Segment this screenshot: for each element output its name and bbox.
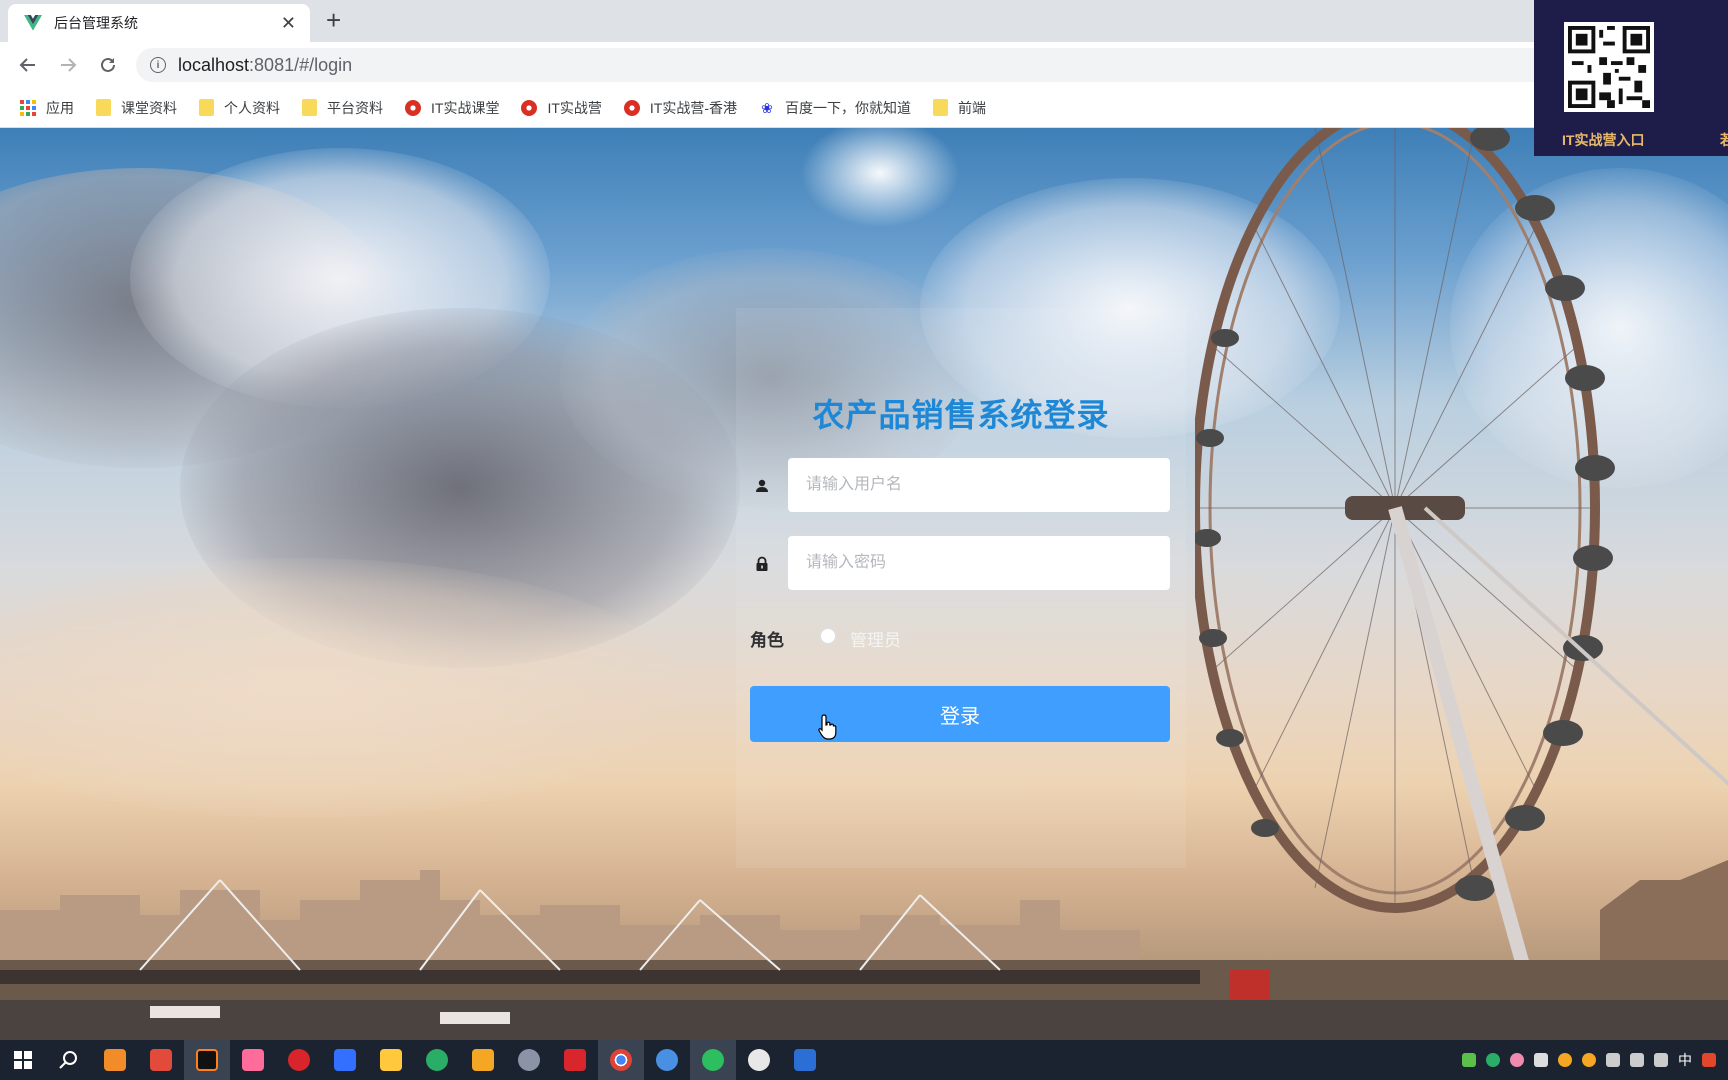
- baidu-icon: ❀: [761, 99, 773, 116]
- taskbar-app-intellij-icon[interactable]: [184, 1040, 230, 1080]
- chrome-icon: [405, 99, 421, 116]
- bookmarks-bar: 应用 课堂资料 个人资料 平台资料 IT实战课堂 IT实战营 IT实战营-香港 …: [0, 88, 1728, 128]
- taskbar-app-settings-icon[interactable]: [506, 1040, 552, 1080]
- wechat-tray-icon[interactable]: [1486, 1053, 1500, 1067]
- bookmark-link[interactable]: ❀ 百度一下，你就知道: [759, 98, 911, 118]
- windows-start-icon[interactable]: [0, 1040, 46, 1080]
- chrome-icon: [623, 99, 640, 116]
- bookmark-label: IT实战营-香港: [649, 99, 738, 116]
- role-label: 角色: [750, 631, 784, 650]
- bookmark-link[interactable]: IT实战营: [521, 98, 602, 118]
- taskbar-app-notes-icon[interactable]: [230, 1040, 276, 1080]
- site-info-icon[interactable]: i: [150, 57, 166, 73]
- browser-toolbar: i localhost:8081/#/login: [0, 42, 1728, 88]
- url-host: localhost: [178, 54, 250, 75]
- qq-icon[interactable]: [1558, 1053, 1572, 1067]
- taskbar-app-git-icon[interactable]: [138, 1040, 184, 1080]
- taskbar-app-network-icon[interactable]: [782, 1040, 828, 1080]
- bookmark-label: 百度一下，你就知道: [785, 99, 912, 116]
- battery-icon[interactable]: [1462, 1053, 1476, 1067]
- new-tab-button[interactable]: +: [326, 6, 341, 34]
- url-text: localhost:8081/#/login: [178, 55, 352, 76]
- url-path: :8081/#/login: [249, 54, 353, 75]
- tab-close-icon[interactable]: ✕: [281, 13, 296, 34]
- ime-indicator[interactable]: 中: [1678, 1050, 1692, 1070]
- bookmark-label: 应用: [46, 99, 74, 116]
- folder-icon: [933, 99, 949, 116]
- bookmark-apps[interactable]: 应用: [20, 98, 74, 118]
- bookmark-folder[interactable]: 课堂资料: [96, 98, 177, 118]
- taskbar-app-tool-icon[interactable]: [644, 1040, 690, 1080]
- taskbar-app-wechat-icon[interactable]: [414, 1040, 460, 1080]
- taskbar-app-sublime-icon[interactable]: [92, 1040, 138, 1080]
- back-icon[interactable]: [14, 51, 42, 79]
- qr-code-icon: [1568, 26, 1650, 108]
- bookmark-label: IT实战营: [547, 99, 602, 116]
- sogou-ime-icon[interactable]: [1702, 1053, 1716, 1067]
- bookmark-label: 课堂资料: [121, 99, 177, 116]
- address-bar[interactable]: i localhost:8081/#/login: [136, 48, 1616, 82]
- folder-icon: [302, 99, 317, 116]
- tab-active[interactable]: 后台管理系统 ✕: [8, 4, 310, 42]
- chrome-icon: [521, 99, 538, 116]
- lock-icon: [756, 556, 768, 571]
- username-input[interactable]: [788, 458, 1170, 512]
- taskbar-app-wps-icon[interactable]: [552, 1040, 598, 1080]
- taskbar-app-sublime2-icon[interactable]: [460, 1040, 506, 1080]
- bookmark-link[interactable]: IT实战营-香港: [623, 98, 738, 118]
- qr-code[interactable]: [1564, 22, 1654, 112]
- qr-code-panel: IT实战营入口 若: [1534, 0, 1728, 156]
- taskbar-app-explorer-icon[interactable]: [368, 1040, 414, 1080]
- folder-icon: [199, 99, 214, 116]
- network-icon[interactable]: [1630, 1053, 1644, 1067]
- qr-caption: IT实战营入口: [1562, 132, 1645, 148]
- login-title: 农产品销售系统登录: [812, 397, 1110, 433]
- folder-icon: [96, 99, 111, 116]
- windows-taskbar: 中: [0, 1040, 1728, 1080]
- bookmark-link[interactable]: IT实战课堂: [405, 98, 499, 118]
- taskbar-app-chrome-icon[interactable]: [598, 1040, 644, 1080]
- microphone-icon[interactable]: [1534, 1053, 1548, 1067]
- qr-caption-partial: 若: [1720, 132, 1728, 148]
- tab-strip: 后台管理系统 ✕ +: [0, 0, 1728, 42]
- bookmark-label: 前端: [958, 99, 987, 116]
- forward-icon[interactable]: [54, 51, 82, 79]
- reload-icon[interactable]: [94, 51, 122, 79]
- user-icon: [756, 479, 768, 492]
- bookmark-label: IT实战课堂: [431, 99, 500, 116]
- bookmark-label: 平台资料: [327, 99, 383, 116]
- taskbar-app-chat-icon[interactable]: [736, 1040, 782, 1080]
- role-option-label[interactable]: 管理员: [850, 626, 901, 651]
- tray-app-icon[interactable]: [1510, 1053, 1524, 1067]
- password-input[interactable]: [788, 536, 1170, 590]
- hand-cursor-icon: [818, 714, 837, 740]
- taskbar-app-evernote-icon[interactable]: [690, 1040, 736, 1080]
- apps-icon: [20, 99, 36, 116]
- display-icon[interactable]: [1606, 1053, 1620, 1067]
- taskbar-app-netease-icon[interactable]: [276, 1040, 322, 1080]
- login-button[interactable]: 登录: [750, 686, 1170, 742]
- volume-muted-icon[interactable]: [1654, 1053, 1668, 1067]
- login-form: 农产品销售系统登录 角色 管理员 登录: [736, 308, 1186, 868]
- qq-icon[interactable]: [1582, 1053, 1596, 1067]
- bookmark-label: 个人资料: [224, 99, 280, 116]
- search-icon[interactable]: [46, 1040, 92, 1080]
- role-radio-admin[interactable]: [820, 628, 836, 644]
- tab-title: 后台管理系统: [54, 15, 138, 31]
- bookmark-folder[interactable]: 平台资料: [302, 98, 383, 118]
- cloud: [800, 128, 960, 228]
- taskbar-app-feishu-icon[interactable]: [322, 1040, 368, 1080]
- vue-logo-icon: [24, 15, 42, 31]
- system-tray: 中: [1462, 1040, 1728, 1080]
- bookmark-folder[interactable]: 前端: [933, 98, 986, 118]
- bookmark-folder[interactable]: 个人资料: [199, 98, 280, 118]
